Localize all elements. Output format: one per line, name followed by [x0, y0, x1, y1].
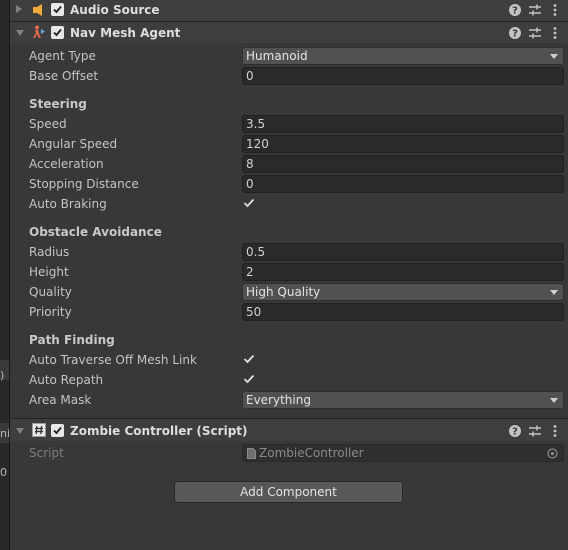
zombie-controller-enabled-checkbox[interactable] [51, 424, 64, 437]
quality-row: Quality High Quality [10, 282, 568, 302]
presets-sliders-icon[interactable] [528, 424, 542, 438]
left-edge-text: 0 [0, 466, 7, 479]
angular-speed-field[interactable]: 120 [242, 135, 564, 153]
area-mask-row: Area Mask Everything [10, 390, 568, 410]
nav-mesh-agent-title: Nav Mesh Agent [70, 26, 181, 40]
help-icon[interactable]: ? [508, 424, 522, 438]
area-mask-value: Everything [246, 393, 311, 407]
zombie-controller-title: Zombie Controller (Script) [70, 424, 248, 438]
auto-traverse-label: Auto Traverse Off Mesh Link [29, 353, 197, 367]
auto-repath-label: Auto Repath [29, 373, 104, 387]
agent-type-row: Agent Type Humanoid [10, 46, 568, 66]
foldout-collapsed-icon[interactable] [16, 5, 22, 13]
stopping-distance-row: Stopping Distance 0 [10, 174, 568, 194]
presets-sliders-icon[interactable] [528, 26, 542, 40]
acceleration-field[interactable]: 8 [242, 155, 564, 173]
area-mask-dropdown[interactable]: Everything [242, 391, 564, 409]
radius-row: Radius 0.5 [10, 242, 568, 262]
acceleration-row: Acceleration 8 [10, 154, 568, 174]
angular-speed-label: Angular Speed [29, 137, 118, 151]
add-component-button[interactable]: Add Component [174, 481, 403, 503]
script-label: Script [29, 446, 64, 460]
radius-label: Radius [29, 245, 70, 259]
presets-sliders-icon[interactable] [528, 3, 542, 17]
foldout-expanded-icon[interactable] [16, 428, 24, 434]
audio-source-enabled-checkbox[interactable] [51, 3, 64, 16]
nav-mesh-agent-header[interactable]: Nav Mesh Agent ? [10, 21, 568, 43]
agent-type-label: Agent Type [29, 49, 96, 63]
speed-field[interactable]: 3.5 [242, 115, 564, 133]
auto-repath-row: Auto Repath [10, 370, 568, 390]
object-picker-icon[interactable] [547, 448, 558, 459]
nav-agent-icon [33, 25, 45, 38]
priority-row: Priority 50 [10, 302, 568, 322]
checkmark-icon [53, 426, 62, 435]
context-menu-icon[interactable] [548, 3, 562, 17]
left-panel-edge: ) nis 0 [0, 0, 10, 550]
height-field[interactable]: 2 [242, 263, 564, 281]
agent-type-dropdown[interactable]: Humanoid [242, 47, 564, 65]
help-icon[interactable]: ? [508, 3, 522, 17]
script-row: Script ZombieController [10, 443, 568, 463]
auto-braking-checkbox[interactable] [243, 197, 255, 209]
audio-source-header[interactable]: Audio Source ? [10, 0, 568, 21]
auto-traverse-row: Auto Traverse Off Mesh Link [10, 350, 568, 370]
script-object-field: ZombieController [242, 444, 564, 462]
svg-text:?: ? [512, 29, 518, 40]
priority-label: Priority [29, 305, 72, 319]
left-edge-text: nis [0, 427, 10, 440]
agent-type-value: Humanoid [246, 49, 308, 63]
script-file-icon [247, 448, 256, 459]
quality-dropdown[interactable]: High Quality [242, 283, 564, 301]
speaker-icon [33, 4, 42, 16]
base-offset-field[interactable]: 0 [242, 67, 564, 85]
nav-mesh-agent-enabled-checkbox[interactable] [51, 26, 64, 39]
stopping-distance-label: Stopping Distance [29, 177, 139, 191]
svg-text:?: ? [512, 427, 518, 438]
base-offset-row: Base Offset 0 [10, 66, 568, 86]
auto-traverse-checkbox[interactable] [243, 353, 255, 365]
script-value: ZombieController [259, 446, 364, 460]
dropdown-arrow-icon [550, 290, 558, 295]
auto-braking-row: Auto Braking [10, 194, 568, 214]
path-finding-heading: Path Finding [29, 333, 115, 347]
script-hash-icon [32, 423, 46, 437]
height-row: Height 2 [10, 262, 568, 282]
steering-heading: Steering [29, 97, 87, 111]
left-edge-text: ) [0, 369, 5, 382]
auto-braking-label: Auto Braking [29, 197, 107, 211]
context-menu-icon[interactable] [548, 26, 562, 40]
help-icon[interactable]: ? [508, 26, 522, 40]
area-mask-label: Area Mask [29, 393, 92, 407]
height-label: Height [29, 265, 69, 279]
foldout-expanded-icon[interactable] [16, 30, 24, 36]
stopping-distance-field[interactable]: 0 [242, 175, 564, 193]
checkmark-icon [53, 5, 62, 14]
radius-field[interactable]: 0.5 [242, 243, 564, 261]
dropdown-arrow-icon [550, 54, 558, 59]
audio-source-title: Audio Source [70, 3, 160, 17]
speed-label: Speed [29, 117, 67, 131]
speed-row: Speed 3.5 [10, 114, 568, 134]
obstacle-avoidance-heading: Obstacle Avoidance [29, 225, 162, 239]
acceleration-label: Acceleration [29, 157, 104, 171]
base-offset-label: Base Offset [29, 69, 99, 83]
context-menu-icon[interactable] [548, 424, 562, 438]
svg-text:?: ? [512, 6, 518, 17]
quality-label: Quality [29, 285, 72, 299]
checkmark-icon [53, 28, 62, 37]
zombie-controller-header[interactable]: Zombie Controller (Script) ? [10, 418, 568, 441]
auto-repath-checkbox[interactable] [243, 373, 255, 385]
angular-speed-row: Angular Speed 120 [10, 134, 568, 154]
priority-field[interactable]: 50 [242, 303, 564, 321]
dropdown-arrow-icon [550, 398, 558, 403]
quality-value: High Quality [246, 285, 321, 299]
inspector-panel: Audio Source ? Nav Mesh Agent ? Agent Ty… [10, 0, 568, 550]
